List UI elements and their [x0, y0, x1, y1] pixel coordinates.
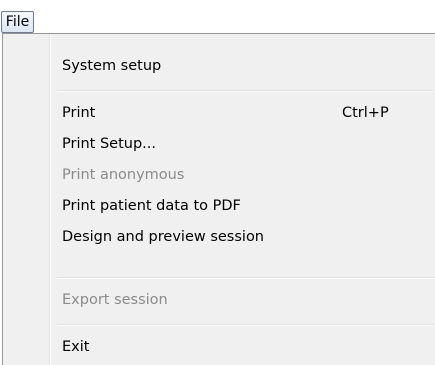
menu-item-exit[interactable]: Exit — [3, 333, 434, 364]
file-menu-label: File — [5, 14, 30, 30]
menu-item-print-setup[interactable]: Print Setup... — [3, 130, 434, 161]
menu-item-label: Export session — [62, 292, 168, 308]
file-dropdown-menu: System setup Print Ctrl+P Print Setup...… — [2, 33, 435, 365]
menu-item-system-setup[interactable]: System setup — [3, 52, 434, 83]
menu-item-print-anonymous: Print anonymous — [3, 161, 434, 192]
menu-item-shortcut: Ctrl+P — [342, 105, 389, 121]
menu-item-label: Print Setup... — [62, 136, 156, 152]
menu-item-label: Print — [62, 105, 96, 121]
menu-item-design-preview-session[interactable]: Design and preview session — [3, 223, 434, 254]
menu-item-export-session: Export session — [3, 286, 434, 317]
menu-item-label: Print anonymous — [62, 167, 185, 183]
file-menu-button[interactable]: File — [1, 11, 34, 33]
menu-item-label: System setup — [62, 58, 162, 74]
menu-item-print-patient-data-pdf[interactable]: Print patient data to PDF — [3, 192, 434, 223]
menu-item-label: Exit — [62, 339, 90, 355]
menu-item-label: Print patient data to PDF — [62, 198, 241, 214]
menu-item-print[interactable]: Print Ctrl+P — [3, 99, 434, 130]
menu-item-label: Design and preview session — [62, 229, 265, 245]
application-window: File System setup Print Ctrl+P Print Set… — [0, 0, 435, 365]
menu-separator — [57, 90, 434, 92]
menu-separator — [57, 277, 434, 279]
menu-separator — [57, 324, 434, 326]
